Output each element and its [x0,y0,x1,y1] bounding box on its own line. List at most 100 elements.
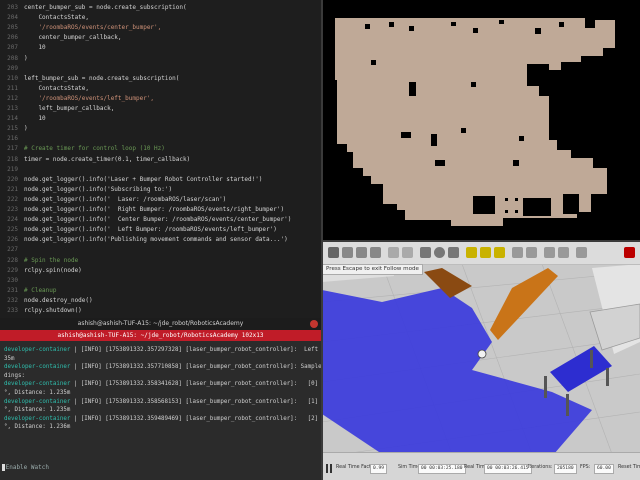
line-number: 221 [7,185,18,193]
code-line: rclpy.shutdown() [24,307,82,314]
line-number: 210 [7,74,18,82]
code-line: ContactsState, [24,84,90,92]
terminal-line: developer-container | [INFO] [1753891332… [4,363,321,372]
code-line: node.get_logger().info('Publishing movem… [24,236,288,244]
occupancy-map [323,0,640,240]
terminal-line: °, Distance: 1.235m [4,389,70,398]
gazebo-status-bar: Real Time Factor: 0.99 Sim Time: 00 00:03:2… [322,452,640,480]
terminal-window[interactable]: ashish@ashish-TUF-A15: ~/jde_robot/Robot… [0,318,321,480]
line-number: 203 [7,4,18,11]
line-number: 209 [7,64,18,72]
log-text: | [INFO] [1753891332.358341628] [laser_b… [73,381,319,388]
reset-time-button[interactable]: Reset Time [618,465,640,470]
occupancy-map-panel [323,0,640,240]
code-line: # Create timer for control loop (10 Hz) [24,145,165,153]
status-value: 00 00:03:26.415 [484,464,532,474]
line-number: 215 [7,125,18,133]
terminal-line: developer-container | [INFO] [1753891332… [4,380,321,389]
code-line: node.get_logger().info(' Center Bumper: … [24,216,292,224]
copy-icon[interactable] [512,247,523,258]
gazebo-toolbar [322,242,640,265]
line-number: 213 [7,105,18,112]
line-number: 217 [7,145,18,153]
select-tool-icon[interactable] [328,247,339,258]
line-number: 227 [7,246,18,254]
status-value: 0.99 [370,464,388,474]
spot-light-icon[interactable] [480,247,491,258]
code-line: center_bumper_callback, [24,34,122,42]
line-number: 204 [7,14,18,22]
line-number: 222 [7,195,18,203]
terminal-line: °, Distance: 1.235m [4,406,70,415]
line-number: 208 [7,54,18,62]
container-prefix: developer-container [4,364,71,371]
status-label: Iterations: [528,465,553,470]
close-icon[interactable] [310,320,318,328]
code-line: node.destroy_node() [24,296,93,304]
line-number: 230 [7,276,18,284]
redo-icon[interactable] [402,247,413,258]
status-label: FPS: [580,465,591,470]
terminal-line: developer-container | [INFO] [1753891332… [4,398,321,407]
line-number: 233 [7,307,18,314]
code-line: ) [24,125,28,133]
code-line: node.get_logger().info('Laser + Bumper R… [24,175,263,183]
log-text: | [INFO] [1753891332.358568153] [laser_b… [73,398,319,405]
directional-light-icon[interactable] [494,247,505,258]
line-number: 223 [7,206,18,213]
scale-tool-icon[interactable] [370,247,381,258]
horizontal-divider [321,240,640,242]
line-number: 226 [7,236,18,244]
status-value: 60.00 [594,464,614,474]
code-line: timer = node.create_timer(0.1, timer_cal… [24,155,191,163]
line-number: 216 [7,135,18,143]
code-editor[interactable]: 203 center_bumper_sub = node.create_subsc… [0,0,321,318]
rotate-tool-icon[interactable] [356,247,367,258]
code-line: node.get_logger().info(' Right Bumper: /… [24,206,285,213]
cylinder-shape-icon[interactable] [448,247,459,258]
code-line: rclpy.spin(node) [24,266,82,274]
view-angle-icon[interactable] [576,247,587,258]
translate-tool-icon[interactable] [342,247,353,258]
line-number: 219 [7,165,18,173]
simulation-viewport[interactable] [322,242,640,480]
container-prefix: developer-container [4,415,71,422]
line-number: 225 [7,226,18,234]
line-number: 231 [7,286,18,294]
code-line: '/roombaROS/events/center_bumper', [24,24,162,32]
code-line: # Spin the node [24,256,79,264]
record-icon[interactable] [624,247,635,258]
terminal-line: developer-container | [INFO] [1753891332… [4,415,321,424]
line-number: 212 [7,94,18,102]
sphere-shape-icon[interactable] [434,247,445,258]
log-text: | [INFO] [1753891332.357297328] [laser_b… [73,347,319,353]
container-prefix: developer-container [4,381,71,388]
log-text: dings: [4,372,25,379]
line-number: 211 [7,84,18,92]
code-line: node.get_logger().info(' Laser: /roombaR… [24,195,227,203]
point-light-icon[interactable] [466,247,477,258]
line-number: 206 [7,34,18,42]
box-shape-icon[interactable] [420,247,431,258]
code-line: 10 [24,115,46,123]
line-number: 232 [7,296,18,304]
code-line: ContactsState, [24,14,90,22]
follow-mode-hint: Press Escape to exit Follow mode [322,264,423,275]
terminal-line: °, Distance: 1.236m [4,423,70,432]
line-number: 214 [7,115,18,123]
container-prefix: developer-container [4,398,71,405]
line-number: 224 [7,216,18,224]
terminal-tab[interactable]: ashish@ashish-TUF-A15: ~/jde_robot/Robot… [0,330,321,341]
code-line: left_bumper_callback, [24,105,115,112]
code-line: # Cleanup [24,286,57,294]
snap-icon[interactable] [558,247,569,258]
line-number: 220 [7,175,18,183]
terminal-line: dings: [4,372,25,381]
status-value: 00 00:03:25.180 [418,464,466,474]
gazebo-simulator[interactable]: Press Escape to exit Follow mode Real Ti… [322,242,640,480]
terminal-status: Enable Watch [2,464,49,471]
paste-icon[interactable] [526,247,537,258]
align-icon[interactable] [544,247,555,258]
terminal-line: 35m [4,355,14,364]
undo-icon[interactable] [388,247,399,258]
